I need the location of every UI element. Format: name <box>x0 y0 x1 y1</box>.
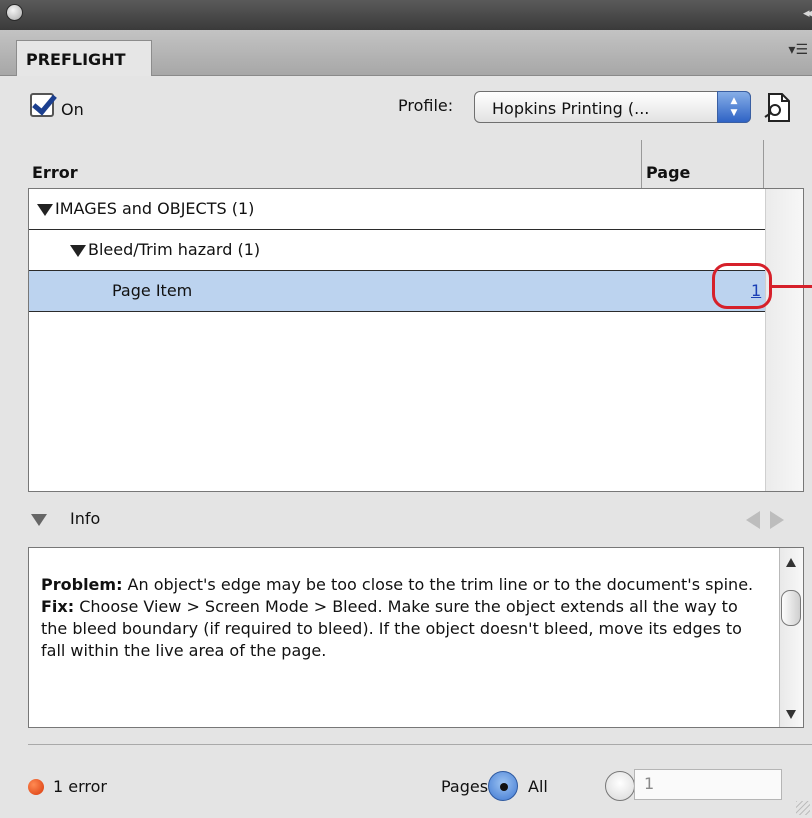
error-category-row[interactable]: IMAGES and OBJECTS (1) <box>29 189 766 230</box>
callout-line <box>772 285 812 288</box>
callout-circle <box>712 263 772 309</box>
info-disclosure-triangle-icon[interactable] <box>31 514 47 526</box>
on-checkbox[interactable] <box>30 93 54 117</box>
problem-label: Problem: <box>41 575 123 594</box>
pages-all-radio[interactable] <box>488 771 518 801</box>
footer-divider <box>28 744 812 745</box>
previous-arrow-icon[interactable] <box>746 511 760 529</box>
scroll-up-icon[interactable] <box>786 558 796 567</box>
row-label: Bleed/Trim hazard (1) <box>88 240 261 259</box>
column-header-error[interactable]: Error <box>30 140 641 188</box>
profile-stepper-icon: ▲ ▼ <box>717 91 751 123</box>
error-status-icon <box>28 779 44 795</box>
info-box: Problem: An object's edge may be too clo… <box>28 547 804 728</box>
pages-range-radio[interactable] <box>605 771 635 801</box>
error-item-row[interactable]: Page Item 1 <box>29 271 766 312</box>
row-label: IMAGES and OBJECTS (1) <box>55 199 255 218</box>
profile-value: Hopkins Printing (... <box>492 99 650 118</box>
row-label: Page Item <box>112 281 193 300</box>
tab-preflight[interactable]: PREFLIGHT <box>16 40 152 76</box>
preflight-panel: ◂◂ PREFLIGHT ▾☰ On Profile: Hopkins Prin… <box>0 0 812 818</box>
panel-menu-icon[interactable]: ▾☰ <box>788 42 808 58</box>
next-arrow-icon[interactable] <box>770 511 784 529</box>
panel-title-bar: ◂◂ <box>0 0 812 30</box>
error-list: IMAGES and OBJECTS (1) Bleed/Trim hazard… <box>28 188 804 492</box>
error-list-scrollbar[interactable] <box>765 189 803 491</box>
collapse-panel-icon[interactable]: ◂◂ <box>803 6 812 21</box>
scroll-down-icon[interactable] <box>786 710 796 719</box>
error-subcategory-row[interactable]: Bleed/Trim hazard (1) <box>29 230 766 271</box>
profile-select[interactable]: Hopkins Printing (... ▲ ▼ <box>474 91 751 123</box>
page-range-field[interactable]: 1 <box>634 769 782 800</box>
pages-all-label: All <box>528 777 548 796</box>
fix-label: Fix: <box>41 597 75 616</box>
tab-strip: PREFLIGHT ▾☰ <box>0 30 812 76</box>
error-count: 1 error <box>53 777 107 796</box>
close-panel-button[interactable] <box>6 4 23 21</box>
pages-label: Pages: <box>441 777 494 796</box>
profile-label: Profile: <box>398 96 454 115</box>
disclosure-triangle-icon[interactable] <box>37 204 53 216</box>
define-profiles-icon[interactable] <box>760 91 794 125</box>
problem-text: An object's edge may be too close to the… <box>122 575 754 594</box>
info-scrollbar[interactable] <box>779 548 803 727</box>
info-text: Problem: An object's edge may be too clo… <box>41 574 761 662</box>
scroll-thumb[interactable] <box>781 590 801 626</box>
column-header-page[interactable]: Page <box>641 140 764 188</box>
on-label: On <box>61 100 84 119</box>
info-label: Info <box>70 509 101 528</box>
resize-grip-icon[interactable] <box>796 801 810 815</box>
fix-text: Choose View > Screen Mode > Bleed. Make … <box>41 597 742 660</box>
disclosure-triangle-icon[interactable] <box>70 245 86 257</box>
